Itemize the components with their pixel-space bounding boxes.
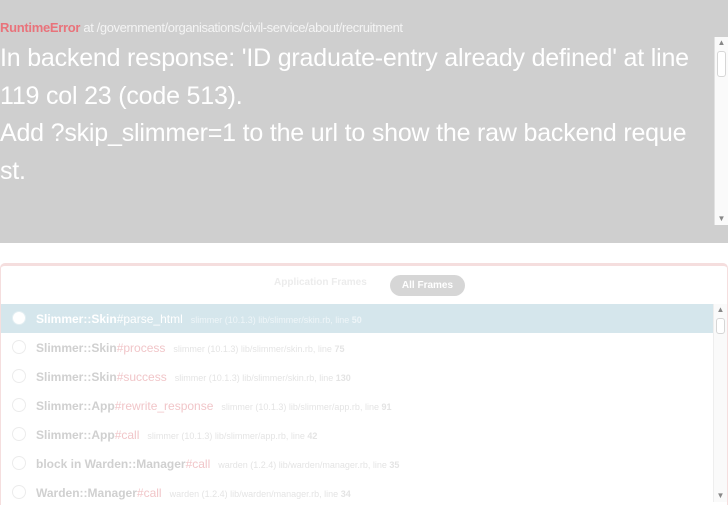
frame-radio[interactable] xyxy=(12,311,26,325)
error-message-line: 119 col 23 (code 513). xyxy=(0,81,243,110)
frame-file: slimmer (10.1.3) lib/slimmer/app.rb, lin… xyxy=(147,431,308,441)
frame-file: slimmer (10.1.3) lib/slimmer/skin.rb, li… xyxy=(190,315,352,325)
frame-method: #call xyxy=(185,457,211,471)
frame-radio[interactable] xyxy=(12,456,26,470)
frame-tabs: Application Frames All Frames xyxy=(1,266,727,304)
error-message-line: Add ?skip_slimmer=1 to the url to show t… xyxy=(0,119,687,147)
frame-class: block in Warden::Manager xyxy=(36,457,186,471)
error-type: RuntimeError xyxy=(0,20,81,35)
frame-text: Slimmer::Skin#success slimmer (10.1.3) li… xyxy=(36,362,351,393)
frame-method: #process xyxy=(116,341,166,355)
frame-file: slimmer (10.1.3) lib/slimmer/skin.rb, li… xyxy=(173,344,335,354)
frame-text: Slimmer::App#call slimmer (10.1.3) lib/sl… xyxy=(36,420,317,451)
frame-class: Warden::Manager xyxy=(36,486,137,500)
frame-class: Slimmer::App xyxy=(36,399,115,413)
frame-row[interactable]: Slimmer::Skin#process slimmer (10.1.3) li… xyxy=(1,333,713,362)
frame-row[interactable]: block in Warden::Manager#call warden (1.2… xyxy=(1,449,713,478)
frame-method: #call xyxy=(114,428,140,442)
error-header: RuntimeError at /government/organisation… xyxy=(0,0,728,243)
tab-all-frames[interactable]: All Frames xyxy=(390,275,465,296)
frame-text: Slimmer::App#rewrite_response slimmer (10… xyxy=(36,391,391,422)
frame-location: slimmer (10.1.3) lib/slimmer/app.rb, lin… xyxy=(221,402,391,412)
scroll-down-icon[interactable]: ▼ xyxy=(714,490,727,502)
frame-line: 75 xyxy=(334,344,345,354)
frame-row[interactable]: Slimmer::Skin#success slimmer (10.1.3) li… xyxy=(1,362,713,391)
frame-location: warden (1.2.4) lib/warden/manager.rb, li… xyxy=(218,460,399,470)
frame-file: slimmer (10.1.3) lib/slimmer/skin.rb, li… xyxy=(174,373,336,383)
frame-method: #parse_html xyxy=(116,312,183,326)
frame-radio[interactable] xyxy=(12,340,26,354)
frame-radio[interactable] xyxy=(12,398,26,412)
frame-class: Slimmer::Skin xyxy=(36,341,117,355)
frame-radio[interactable] xyxy=(12,485,26,499)
tab-application-frames[interactable]: Application Frames xyxy=(274,277,367,288)
scrollbar-thumb[interactable] xyxy=(716,318,725,334)
frame-class: Slimmer::App xyxy=(36,428,115,442)
frame-file: warden (1.2.4) lib/warden/manager.rb, li… xyxy=(218,460,390,470)
frame-line: 35 xyxy=(389,460,400,470)
scroll-up-icon[interactable]: ▲ xyxy=(714,304,727,316)
frame-location: warden (1.2.4) lib/warden/manager.rb, li… xyxy=(170,489,351,499)
frame-method: #rewrite_response xyxy=(114,399,214,413)
error-message-line: st. xyxy=(0,156,26,185)
scrollbar-thumb[interactable] xyxy=(717,51,726,77)
frame-method: #success xyxy=(116,370,167,384)
frame-location: slimmer (10.1.3) lib/slimmer/skin.rb, li… xyxy=(191,315,362,325)
frame-text: Warden::Manager#call warden (1.2.4) lib/w… xyxy=(36,478,351,505)
frame-location: slimmer (10.1.3) lib/slimmer/skin.rb, li… xyxy=(175,373,351,383)
frame-radio[interactable] xyxy=(12,369,26,383)
frame-row[interactable]: Slimmer::App#rewrite_response slimmer (10… xyxy=(1,391,713,420)
frame-class: Slimmer::Skin xyxy=(36,370,117,384)
frame-radio[interactable] xyxy=(12,427,26,441)
frame-file: warden (1.2.4) lib/warden/manager.rb, li… xyxy=(169,489,341,499)
error-message: In backend response: 'ID graduate-entry … xyxy=(0,40,705,190)
frame-line: 50 xyxy=(351,315,362,325)
frame-location: slimmer (10.1.3) lib/slimmer/skin.rb, li… xyxy=(173,344,344,354)
frames-panel: Application Frames All Frames Slimmer::S… xyxy=(0,263,728,505)
scroll-up-icon[interactable]: ▲ xyxy=(715,37,728,49)
error-message-line: In backend response: 'ID graduate-entry … xyxy=(0,44,689,72)
frame-method: #call xyxy=(136,486,162,500)
frame-line: 130 xyxy=(335,373,351,383)
scroll-down-icon[interactable]: ▼ xyxy=(715,213,728,225)
message-scrollbar[interactable]: ▲ ▼ xyxy=(714,37,728,225)
frame-text: Slimmer::Skin#parse_html slimmer (10.1.3)… xyxy=(36,304,362,335)
frame-row[interactable]: Slimmer::App#call slimmer (10.1.3) lib/sl… xyxy=(1,420,713,449)
frames-scrollbar[interactable]: ▲ ▼ xyxy=(713,304,727,502)
frame-row[interactable]: Slimmer::Skin#parse_html slimmer (10.1.3)… xyxy=(1,304,713,333)
frame-text: Slimmer::Skin#process slimmer (10.1.3) li… xyxy=(36,333,344,364)
error-title-line: RuntimeError at /government/organisation… xyxy=(0,20,403,36)
frame-class: Slimmer::Skin xyxy=(36,312,117,326)
frame-text: block in Warden::Manager#call warden (1.2… xyxy=(36,449,399,480)
frame-location: slimmer (10.1.3) lib/slimmer/app.rb, lin… xyxy=(147,431,317,441)
frame-line: 91 xyxy=(381,402,392,412)
frame-line: 42 xyxy=(307,431,318,441)
error-location: at /government/organisations/civil-servi… xyxy=(80,20,403,35)
frame-line: 34 xyxy=(340,489,351,499)
frame-list: Slimmer::Skin#parse_html slimmer (10.1.3)… xyxy=(1,304,713,505)
frame-row[interactable]: Warden::Manager#call warden (1.2.4) lib/w… xyxy=(1,478,713,505)
frame-file: slimmer (10.1.3) lib/slimmer/app.rb, lin… xyxy=(221,402,382,412)
